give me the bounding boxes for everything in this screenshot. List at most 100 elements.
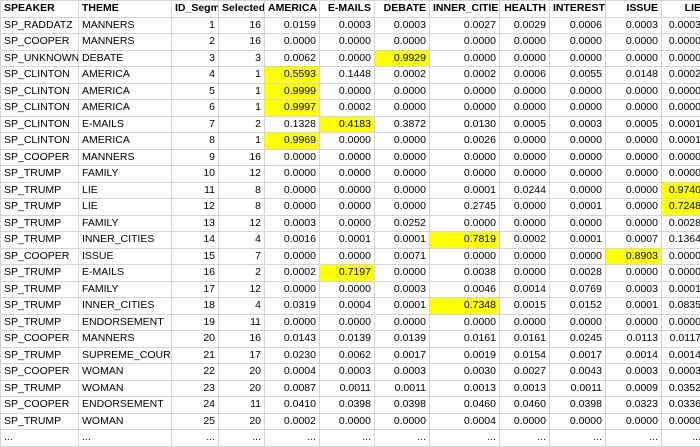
table-cell[interactable]: 0.0000 (550, 166, 606, 183)
table-cell[interactable]: 0.0000 (550, 182, 606, 199)
table-cell[interactable]: 0.0000 (550, 248, 606, 265)
table-cell[interactable]: AMERICA (79, 133, 172, 150)
table-cell[interactable]: FAMILY (79, 281, 172, 298)
table-cell[interactable]: E-MAILS (79, 116, 172, 133)
table-cell[interactable]: 14 (172, 232, 219, 249)
table-cell[interactable]: 20 (172, 331, 219, 348)
table-cell[interactable]: 8 (219, 199, 265, 216)
table-cell[interactable]: SP_CLINTON (1, 67, 79, 84)
table-cell[interactable]: 0.0139 (375, 331, 430, 348)
highlighted-cell[interactable]: 0.9997 (265, 100, 320, 117)
table-cell[interactable]: 0.1328 (265, 116, 320, 133)
table-cell[interactable]: 0.0000 (662, 50, 700, 67)
table-cell[interactable]: 0.0000 (500, 248, 550, 265)
table-cell[interactable]: 0.0001 (606, 298, 662, 315)
table-cell[interactable]: 25 (172, 413, 219, 430)
table-cell[interactable]: SP_TRUMP (1, 166, 79, 183)
table-cell[interactable]: 0.0000 (265, 199, 320, 216)
table-cell[interactable]: INNER_CITIES (79, 298, 172, 315)
table-cell[interactable]: LIE (79, 199, 172, 216)
table-cell[interactable]: 0.0000 (430, 248, 500, 265)
table-cell[interactable]: 3 (219, 50, 265, 67)
table-cell[interactable]: 0.0161 (500, 331, 550, 348)
table-cell[interactable]: 0.1448 (320, 67, 375, 84)
table-cell[interactable]: WOMAN (79, 413, 172, 430)
table-cell[interactable]: 0.0000 (500, 50, 550, 67)
table-cell[interactable]: 0.0000 (320, 133, 375, 150)
table-cell[interactable]: 0.0014 (500, 281, 550, 298)
table-cell[interactable]: SP_COOPER (1, 397, 79, 414)
table-cell[interactable]: 0.0007 (606, 232, 662, 249)
table-cell[interactable]: 11 (172, 182, 219, 199)
table-cell[interactable]: 0.0001 (375, 232, 430, 249)
table-cell[interactable]: MANNERS (79, 331, 172, 348)
table-cell[interactable]: 0.0410 (265, 397, 320, 414)
table-cell[interactable]: 0.0398 (550, 397, 606, 414)
table-cell[interactable]: 0.0000 (550, 314, 606, 331)
table-cell[interactable]: 0.0000 (375, 133, 430, 150)
table-cell[interactable]: 0.0043 (550, 364, 606, 381)
table-cell[interactable]: 1 (219, 67, 265, 84)
table-cell[interactable]: 0.0027 (500, 364, 550, 381)
table-cell[interactable]: 0.0028 (662, 215, 700, 232)
table-cell[interactable]: 0.0001 (662, 281, 700, 298)
table-cell[interactable]: 0.0000 (430, 50, 500, 67)
table-cell[interactable]: 1 (219, 83, 265, 100)
highlighted-cell[interactable]: 0.4183 (320, 116, 375, 133)
table-cell[interactable]: 0.0000 (662, 413, 700, 430)
table-cell[interactable]: SP_COOPER (1, 331, 79, 348)
table-cell[interactable]: 0.0000 (320, 166, 375, 183)
table-cell[interactable]: ... (430, 430, 500, 447)
table-cell[interactable]: 0.0009 (606, 380, 662, 397)
table-cell[interactable]: 0.0001 (550, 232, 606, 249)
table-cell[interactable]: 2 (219, 116, 265, 133)
table-cell[interactable]: 0.0000 (375, 34, 430, 51)
table-cell[interactable]: 0.0030 (430, 364, 500, 381)
table-cell[interactable]: 0.0002 (320, 100, 375, 117)
table-cell[interactable]: 0.0000 (500, 34, 550, 51)
table-cell[interactable]: 0.0113 (606, 331, 662, 348)
table-cell[interactable]: 0.0015 (500, 298, 550, 315)
table-cell[interactable]: SP_COOPER (1, 248, 79, 265)
table-cell[interactable]: 0.0003 (662, 17, 700, 34)
column-header[interactable]: INNER_CITIES (430, 1, 500, 18)
table-cell[interactable]: 0.0003 (606, 17, 662, 34)
table-cell[interactable]: ... (320, 430, 375, 447)
table-cell[interactable]: 0.0245 (550, 331, 606, 348)
table-cell[interactable]: SP_TRUMP (1, 314, 79, 331)
table-cell[interactable]: 0.0000 (320, 50, 375, 67)
column-header[interactable]: ID_Segm (172, 1, 219, 18)
table-cell[interactable]: 16 (172, 265, 219, 282)
table-cell[interactable]: 0.0336 (662, 397, 700, 414)
table-cell[interactable]: 20 (219, 413, 265, 430)
table-cell[interactable]: 0.0002 (500, 232, 550, 249)
column-header[interactable]: Selected (219, 1, 265, 18)
table-cell[interactable]: 0.0004 (265, 364, 320, 381)
table-cell[interactable]: 0.0398 (320, 397, 375, 414)
table-cell[interactable]: 0.0000 (265, 166, 320, 183)
table-cell[interactable]: 0.0001 (320, 232, 375, 249)
table-cell[interactable]: 0.0000 (320, 413, 375, 430)
table-cell[interactable]: 0.0000 (500, 265, 550, 282)
table-cell[interactable]: ... (172, 430, 219, 447)
table-cell[interactable]: 0.0000 (430, 34, 500, 51)
table-cell[interactable]: 0.0062 (265, 50, 320, 67)
table-cell[interactable]: 4 (219, 232, 265, 249)
table-cell[interactable]: 17 (172, 281, 219, 298)
table-cell[interactable]: 0.0000 (662, 314, 700, 331)
table-cell[interactable]: SP_CLINTON (1, 83, 79, 100)
table-cell[interactable]: 0.0000 (606, 265, 662, 282)
table-cell[interactable]: 8 (172, 133, 219, 150)
table-cell[interactable]: 10 (172, 166, 219, 183)
table-cell[interactable]: 0.0117 (662, 331, 700, 348)
table-cell[interactable]: 22 (172, 364, 219, 381)
highlighted-cell[interactable]: 0.5593 (265, 67, 320, 84)
table-cell[interactable]: 0.0000 (662, 149, 700, 166)
table-cell[interactable]: 0.0000 (550, 215, 606, 232)
table-cell[interactable]: 0.0000 (265, 248, 320, 265)
table-cell[interactable]: 0.0000 (265, 149, 320, 166)
table-cell[interactable]: 0.0000 (320, 281, 375, 298)
table-cell[interactable]: 0.0004 (430, 413, 500, 430)
table-cell[interactable]: 0.0000 (606, 314, 662, 331)
table-cell[interactable]: 0.0130 (430, 116, 500, 133)
